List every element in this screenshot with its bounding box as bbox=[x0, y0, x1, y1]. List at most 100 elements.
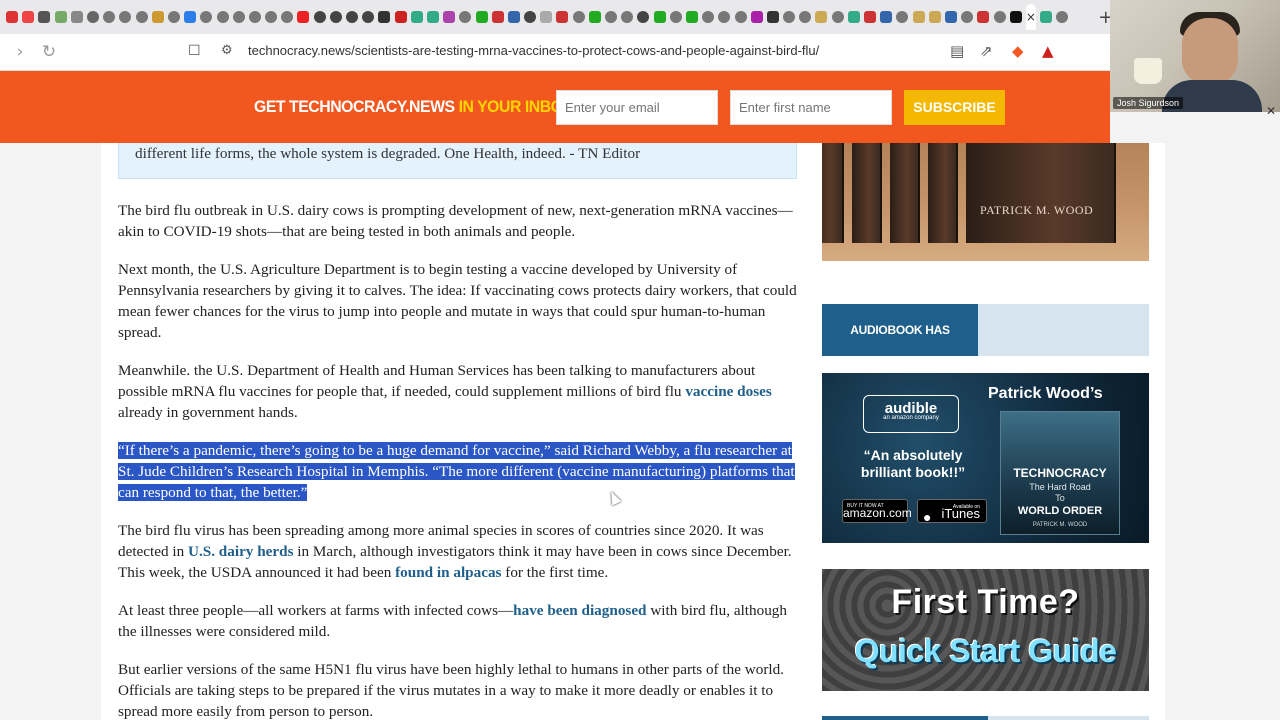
tab-favicon[interactable] bbox=[344, 9, 360, 25]
tab-favicon[interactable] bbox=[1054, 9, 1070, 25]
share-icon[interactable]: ⇗ bbox=[980, 42, 993, 60]
tab-favicon[interactable] bbox=[894, 9, 910, 25]
tab-favicon[interactable] bbox=[975, 9, 991, 25]
address-url[interactable]: technocracy.news/scientists-are-testing-… bbox=[248, 43, 819, 58]
tab-favicon[interactable] bbox=[85, 9, 101, 25]
tab-favicon[interactable] bbox=[53, 9, 69, 25]
quick-start-guide-ad[interactable]: First Time? Quick Start Guide bbox=[822, 569, 1149, 691]
tab-favicon[interactable] bbox=[732, 9, 748, 25]
tab-favicon[interactable] bbox=[393, 9, 409, 25]
tab-favicon[interactable] bbox=[652, 9, 668, 25]
tab-favicon[interactable] bbox=[1008, 9, 1024, 25]
tab-favicon[interactable] bbox=[765, 9, 781, 25]
close-icon[interactable]: ✕ bbox=[1266, 104, 1276, 118]
tab-favicon[interactable] bbox=[846, 9, 862, 25]
tab-favicon[interactable] bbox=[700, 9, 716, 25]
tab-favicon[interactable] bbox=[69, 9, 85, 25]
tab-favicon[interactable] bbox=[198, 9, 214, 25]
tab-favicon[interactable] bbox=[490, 9, 506, 25]
tab-favicon[interactable] bbox=[457, 9, 473, 25]
tab-favicon[interactable] bbox=[312, 9, 328, 25]
audiobook-ad[interactable]: audible an amazon company “An absolutely… bbox=[822, 373, 1149, 543]
tab-favicon[interactable] bbox=[295, 9, 311, 25]
book-image[interactable]: PATRICK M. WOOD bbox=[822, 143, 1149, 261]
tab-favicon[interactable] bbox=[797, 9, 813, 25]
tab-favicon[interactable] bbox=[231, 9, 247, 25]
tab-favicon[interactable] bbox=[587, 9, 603, 25]
article-paragraph: Next month, the U.S. Agriculture Departm… bbox=[118, 261, 797, 341]
email-field[interactable] bbox=[556, 90, 718, 125]
tab-strip: × + bbox=[0, 0, 1110, 34]
first-name-field[interactable] bbox=[730, 90, 892, 125]
tab-favicon[interactable] bbox=[554, 9, 570, 25]
tab-favicon[interactable] bbox=[911, 9, 927, 25]
tab-favicon[interactable] bbox=[328, 9, 344, 25]
tab-favicon[interactable] bbox=[134, 9, 150, 25]
tab-favicon[interactable] bbox=[425, 9, 441, 25]
ad-author-name: Patrick Wood’s bbox=[988, 385, 1103, 402]
close-icon[interactable]: × bbox=[1026, 10, 1036, 24]
site-info-icon[interactable]: ⚙ bbox=[221, 43, 233, 58]
tab-favicon[interactable] bbox=[571, 9, 587, 25]
tab-favicon[interactable] bbox=[991, 9, 1007, 25]
tab-favicon[interactable] bbox=[247, 9, 263, 25]
tab-favicon[interactable] bbox=[36, 9, 52, 25]
tab-favicon[interactable] bbox=[813, 9, 829, 25]
tab-favicon[interactable] bbox=[20, 9, 36, 25]
tab-favicon[interactable] bbox=[830, 9, 846, 25]
us-dairy-herds-link[interactable]: U.S. dairy herds bbox=[188, 543, 293, 560]
tab-favicon[interactable] bbox=[279, 9, 295, 25]
selected-quote-text[interactable]: “If there’s a pandemic, there’s going to… bbox=[118, 442, 795, 501]
tab-favicon[interactable] bbox=[668, 9, 684, 25]
tab-favicon[interactable] bbox=[619, 9, 635, 25]
found-in-alpacas-link[interactable]: found in alpacas bbox=[395, 564, 501, 581]
have-been-diagnosed-link[interactable]: have been diagnosed bbox=[513, 602, 646, 619]
tab-favicon[interactable] bbox=[603, 9, 619, 25]
tab-favicon[interactable] bbox=[101, 9, 117, 25]
itunes-button[interactable]: ● Available on iTunes bbox=[917, 499, 987, 525]
tab-favicon[interactable] bbox=[781, 9, 797, 25]
brave-rewards-icon[interactable]: ▲ bbox=[1042, 42, 1054, 60]
ad-quote: “An absolutely brilliant book!!” bbox=[860, 447, 966, 480]
bookmark-icon[interactable]: ☐ bbox=[188, 43, 201, 59]
tab-favicon[interactable] bbox=[927, 9, 943, 25]
brave-shield-icon[interactable]: ◆ bbox=[1012, 42, 1024, 60]
tab-favicon[interactable] bbox=[263, 9, 279, 25]
tab-favicon[interactable] bbox=[538, 9, 554, 25]
tab-favicon[interactable] bbox=[4, 9, 20, 25]
tab-favicon[interactable] bbox=[182, 9, 198, 25]
tab-favicon[interactable] bbox=[360, 9, 376, 25]
tab-favicon[interactable] bbox=[522, 9, 538, 25]
tab-favicon[interactable] bbox=[878, 9, 894, 25]
amazon-button[interactable]: BUY IT NOW AT amazon.com bbox=[842, 499, 912, 523]
forward-arrow-icon[interactable]: › bbox=[5, 42, 35, 62]
tab-favicon[interactable] bbox=[684, 9, 700, 25]
tab-favicon[interactable] bbox=[166, 9, 182, 25]
tab-favicon[interactable] bbox=[376, 9, 392, 25]
audible-sub: an amazon company bbox=[883, 415, 939, 421]
tab-favicon[interactable] bbox=[409, 9, 425, 25]
tab-favicon[interactable] bbox=[749, 9, 765, 25]
tab-favicon[interactable] bbox=[117, 9, 133, 25]
tab-favicon[interactable] bbox=[506, 9, 522, 25]
tab-favicon[interactable] bbox=[214, 9, 230, 25]
tab-favicon[interactable] bbox=[943, 9, 959, 25]
tab-favicon[interactable] bbox=[473, 9, 489, 25]
apple-icon: ● bbox=[923, 509, 932, 525]
reload-icon[interactable]: ↻ bbox=[34, 42, 64, 62]
tab-favicon[interactable] bbox=[862, 9, 878, 25]
active-tab[interactable]: × bbox=[1025, 4, 1036, 30]
tab-favicon[interactable] bbox=[441, 9, 457, 25]
tab-favicon[interactable] bbox=[150, 9, 166, 25]
subscribe-button[interactable]: SUBSCRIBE bbox=[904, 90, 1005, 125]
paragraph-text: Meanwhile. the U.S. Department of Health… bbox=[118, 362, 756, 400]
tab-favicon[interactable] bbox=[1038, 9, 1054, 25]
tab-favicon[interactable] bbox=[716, 9, 732, 25]
tab-favicon[interactable] bbox=[635, 9, 651, 25]
new-tab-button[interactable]: + bbox=[1098, 7, 1110, 28]
article-body: The bird flu outbreak in U.S. dairy cows… bbox=[118, 200, 798, 720]
tab-favicon[interactable] bbox=[959, 9, 975, 25]
vaccine-doses-link[interactable]: vaccine doses bbox=[685, 383, 771, 400]
reader-mode-icon[interactable]: ▤ bbox=[950, 42, 964, 60]
ad-subheadline: Quick Start Guide bbox=[854, 633, 1117, 669]
